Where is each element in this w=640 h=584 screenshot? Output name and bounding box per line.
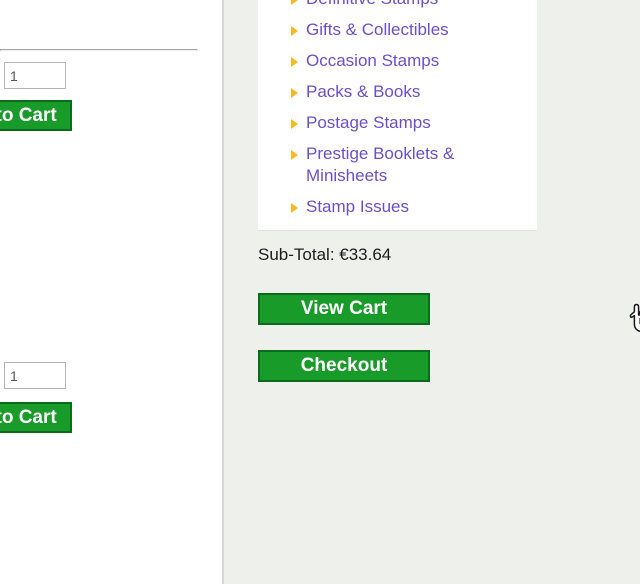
- quantity-input[interactable]: [4, 362, 66, 389]
- category-link-definitive-stamps[interactable]: Definitive Stamps: [306, 0, 527, 10]
- list-item[interactable]: Gifts & Collectibles: [258, 19, 537, 41]
- list-item[interactable]: Definitive Stamps: [258, 0, 537, 10]
- category-list: Postcards Definitive Stamps Gifts & Coll…: [258, 0, 537, 218]
- list-item[interactable]: Packs & Books: [258, 81, 537, 103]
- view-cart-button[interactable]: View Cart: [258, 293, 430, 325]
- category-link-gifts-collectibles[interactable]: Gifts & Collectibles: [306, 19, 527, 41]
- list-item[interactable]: Occasion Stamps: [258, 50, 537, 72]
- category-panel: Postcards Definitive Stamps Gifts & Coll…: [258, 0, 537, 230]
- list-item[interactable]: Postage Stamps: [258, 112, 537, 134]
- caret-right-icon: [291, 119, 298, 129]
- list-item[interactable]: Prestige Booklets & Minisheets: [258, 143, 537, 187]
- category-link-occasion-stamps[interactable]: Occasion Stamps: [306, 50, 527, 72]
- product-list-column: Add to Cart Add to Cart: [0, 0, 222, 584]
- product-divider: [0, 49, 198, 51]
- category-link-packs-books[interactable]: Packs & Books: [306, 81, 527, 103]
- caret-right-icon: [291, 203, 298, 213]
- add-to-cart-button[interactable]: Add to Cart: [0, 402, 72, 433]
- pointing-hand-cursor: [629, 303, 640, 333]
- list-item[interactable]: Stamp Issues: [258, 196, 537, 218]
- caret-right-icon: [291, 0, 298, 5]
- caret-right-icon: [291, 26, 298, 36]
- add-to-cart-button[interactable]: Add to Cart: [0, 100, 72, 131]
- caret-right-icon: [291, 57, 298, 67]
- category-link-stamp-issues[interactable]: Stamp Issues: [306, 196, 527, 218]
- screen: Add to Cart Add to Cart Postcards Defini…: [0, 0, 640, 584]
- quantity-input[interactable]: [4, 62, 66, 89]
- caret-right-icon: [291, 150, 298, 160]
- cart-sidebar-column: Postcards Definitive Stamps Gifts & Coll…: [224, 0, 640, 584]
- category-link-postage-stamps[interactable]: Postage Stamps: [306, 112, 527, 134]
- category-link-prestige-booklets-minisheets[interactable]: Prestige Booklets & Minisheets: [306, 143, 527, 187]
- caret-right-icon: [291, 88, 298, 98]
- sub-total-text: Sub-Total: €33.64: [258, 245, 392, 264]
- checkout-button[interactable]: Checkout: [258, 350, 430, 382]
